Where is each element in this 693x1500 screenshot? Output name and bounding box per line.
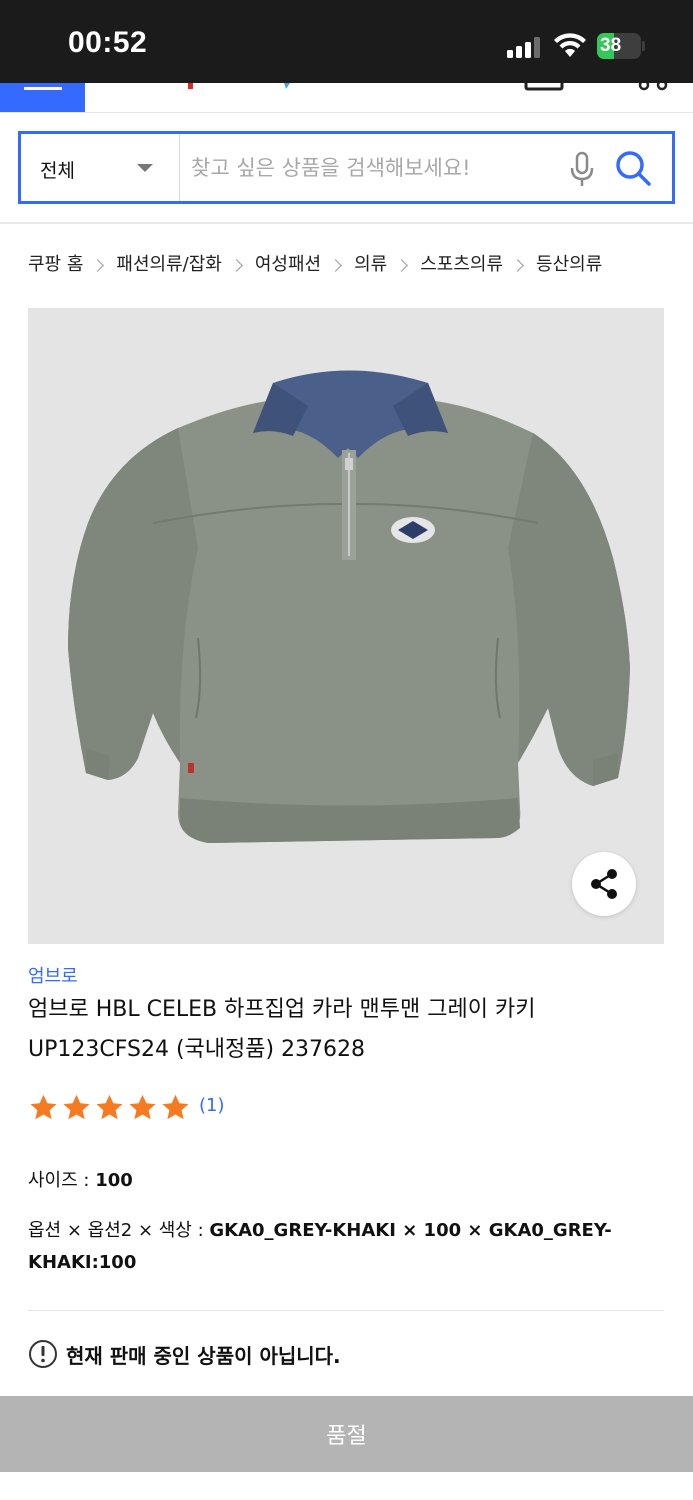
rating-stars [28, 1093, 193, 1123]
battery-icon: 38 [597, 33, 645, 59]
header-divider [0, 222, 693, 224]
chevron-right-icon [511, 258, 524, 272]
microphone-icon[interactable] [569, 151, 595, 189]
notice-text: 현재 판매 중인 상품이 아닙니다. [66, 1343, 341, 1368]
search-category-select[interactable]: 전체 [21, 134, 180, 201]
battery-level: 38 [600, 35, 622, 56]
chevron-right-icon [395, 258, 409, 272]
coupang-logo[interactable] [180, 83, 300, 97]
mypage-icon[interactable] [524, 83, 564, 91]
chevron-right-icon [91, 258, 105, 272]
options-label: 옵션 × 옵션2 × 색상 : [28, 1220, 210, 1241]
star-icon [63, 1094, 90, 1120]
status-bar: 00:52 38 [0, 0, 693, 83]
breadcrumb-item[interactable]: 패션의류/잡화 [116, 250, 221, 276]
search-input[interactable] [191, 146, 561, 189]
menu-button[interactable] [0, 83, 85, 112]
breadcrumb-item[interactable]: 쿠팡 홈 [28, 250, 83, 276]
search-category-label: 전체 [40, 160, 75, 182]
size-info: 사이즈 : 100 [28, 1165, 133, 1197]
rating[interactable]: (1) [28, 1092, 225, 1124]
section-divider [28, 1310, 664, 1311]
size-label: 사이즈 : [28, 1170, 96, 1191]
star-icon [30, 1094, 57, 1120]
search-icon[interactable] [614, 148, 652, 188]
share-button[interactable] [572, 852, 636, 916]
star-icon [162, 1094, 189, 1120]
not-on-sale-notice: 현재 판매 중인 상품이 아닙니다. [28, 1338, 341, 1370]
exclamation-circle-icon [29, 1340, 57, 1368]
breadcrumb-item[interactable]: 등산의류 [536, 250, 602, 276]
header-icons [524, 83, 668, 91]
brand-link[interactable]: 엄브로 [28, 962, 78, 988]
product-image[interactable] [28, 308, 664, 944]
soldout-label: 품절 [326, 1423, 367, 1448]
app-header [0, 83, 693, 113]
product-title: 엄브로 HBL CELEB 하프집업 카라 맨투맨 그레이 카키 UP123CF… [28, 997, 536, 1062]
caret-down-icon [137, 164, 153, 172]
star-icon [129, 1094, 156, 1120]
options-info: 옵션 × 옵션2 × 색상 : GKA0_GREY-KHAKI × 100 × … [28, 1215, 638, 1279]
cart-icon[interactable] [638, 83, 668, 91]
review-count-link[interactable]: (1) [199, 1095, 225, 1116]
hamburger-icon [24, 87, 62, 90]
status-time: 00:52 [68, 26, 148, 59]
search-bar: 전체 [18, 131, 675, 204]
breadcrumb: 쿠팡 홈 패션의류/잡화 여성패션 의류 스포츠의류 등산의류 [28, 248, 602, 278]
size-value: 100 [95, 1170, 133, 1191]
star-icon [96, 1094, 123, 1120]
breadcrumb-item[interactable]: 의류 [354, 250, 387, 276]
sweatshirt-photo [68, 370, 630, 843]
breadcrumb-item[interactable]: 스포츠의류 [420, 250, 503, 276]
breadcrumb-item[interactable]: 여성패션 [255, 250, 321, 276]
chevron-right-icon [329, 258, 342, 272]
share-icon [591, 869, 617, 899]
wifi-icon [554, 33, 586, 57]
cellular-signal-icon [507, 36, 543, 58]
chevron-right-icon [229, 258, 243, 272]
soldout-button[interactable]: 품절 [0, 1396, 693, 1472]
